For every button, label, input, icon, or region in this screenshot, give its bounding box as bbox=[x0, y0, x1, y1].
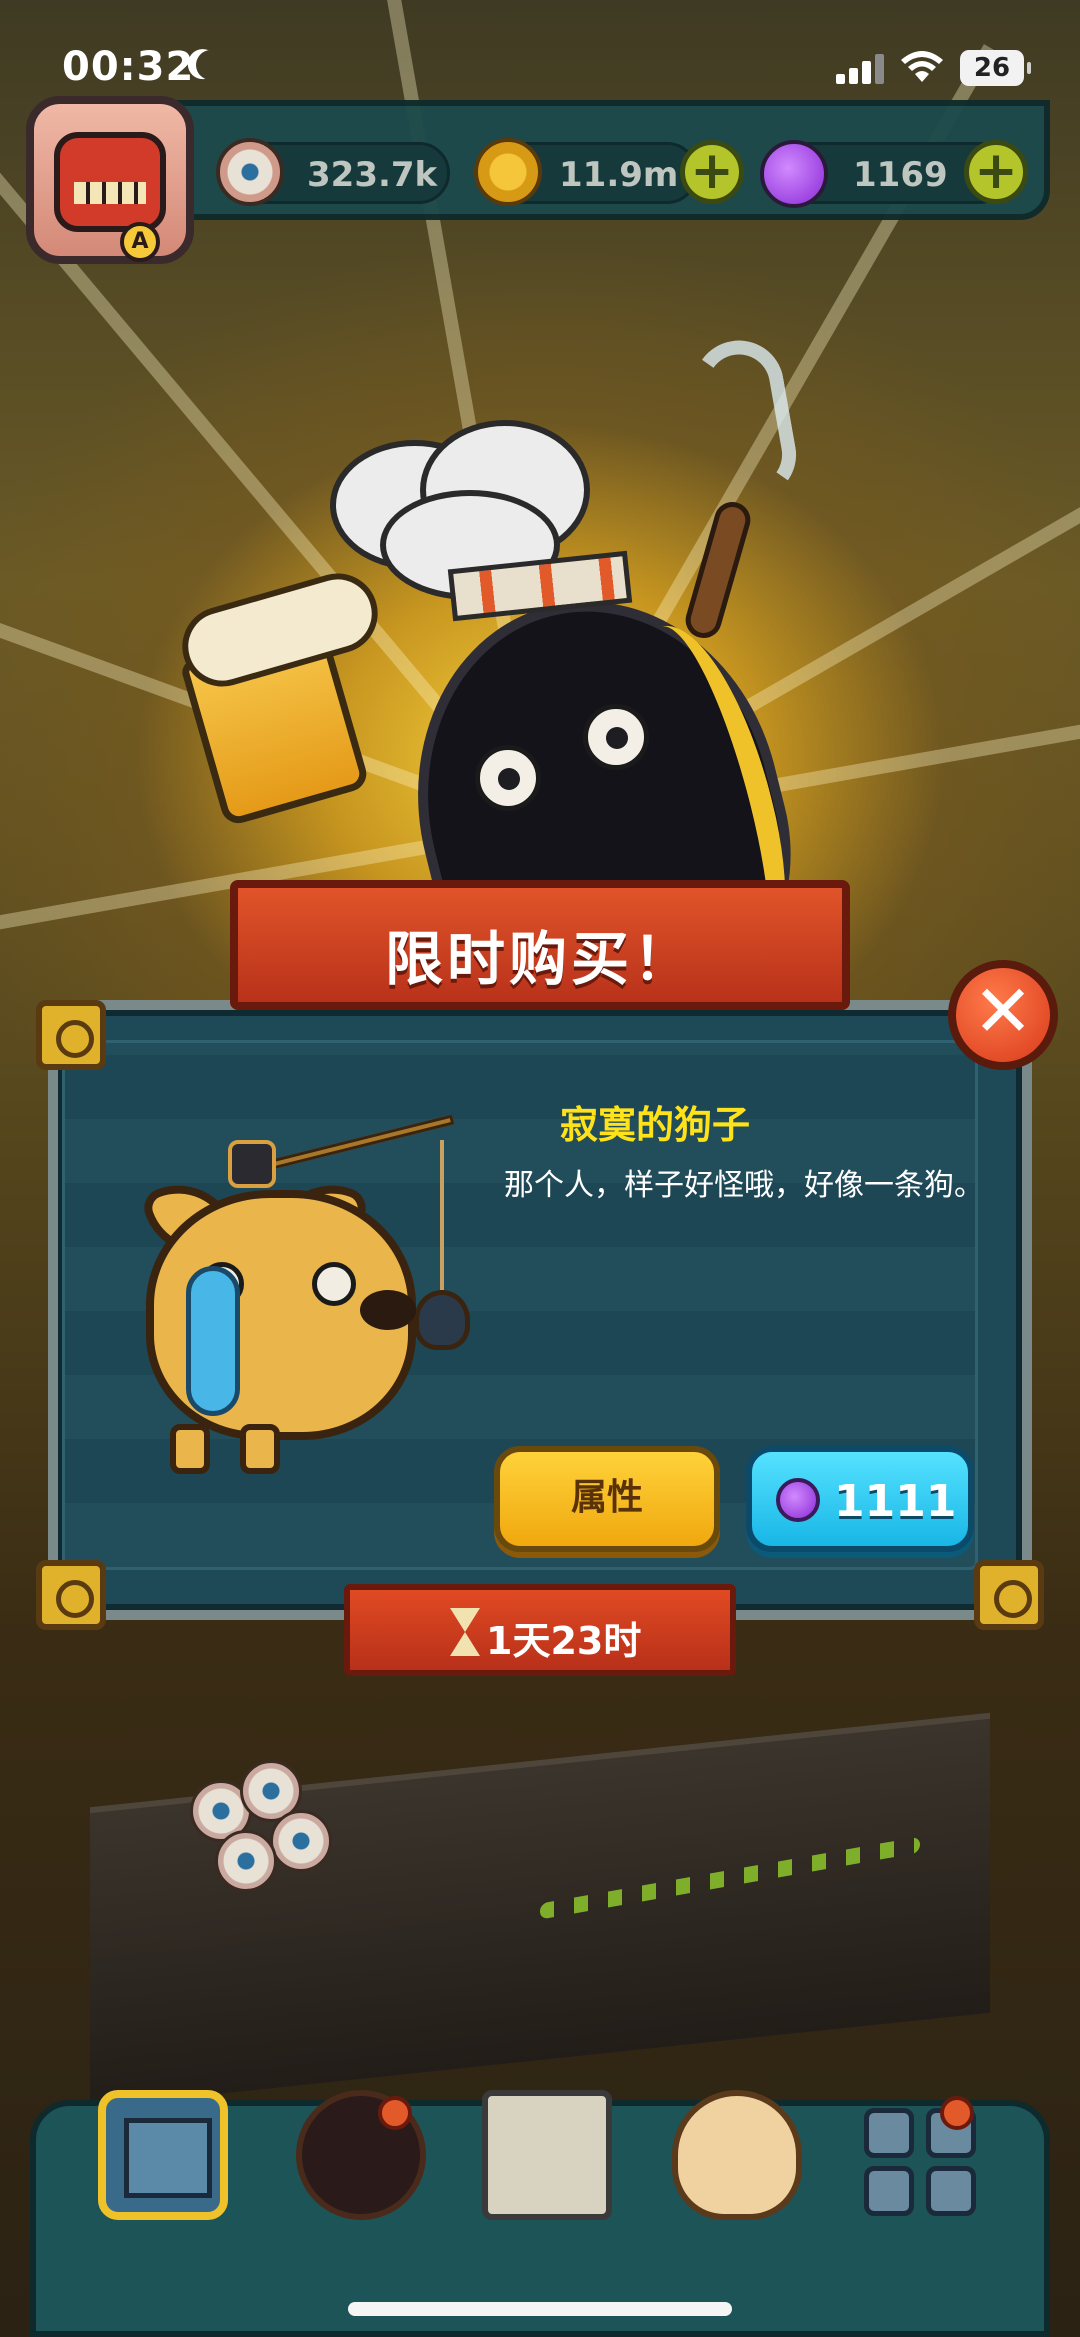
character-eye bbox=[583, 704, 649, 770]
purple-potion-icon bbox=[760, 140, 828, 208]
dog-eye bbox=[312, 1262, 356, 1306]
nav-building-button[interactable] bbox=[98, 2090, 228, 2220]
item-description: 那个人，样子好怪哦，好像一条狗。 bbox=[504, 1168, 984, 1203]
panel-corner-ornament bbox=[974, 1560, 1044, 1630]
player-avatar-button[interactable]: A bbox=[26, 96, 194, 264]
buy-button[interactable]: 1111 bbox=[746, 1446, 974, 1552]
dog-leg bbox=[240, 1424, 280, 1474]
panel-corner-ornament bbox=[36, 1000, 106, 1070]
grid-icon bbox=[864, 2108, 914, 2158]
gold-coin-icon bbox=[474, 138, 542, 206]
attributes-button[interactable]: 属性 bbox=[494, 1446, 720, 1552]
add-potion-button[interactable]: + bbox=[964, 140, 1028, 204]
eyeball-icon bbox=[216, 138, 284, 206]
nav-coin-bag-button[interactable] bbox=[672, 2090, 802, 2220]
black-cat-icon bbox=[228, 1140, 276, 1188]
grid-icon bbox=[926, 2166, 976, 2216]
dialog-title-ribbon: 限时购买！ bbox=[230, 880, 850, 1010]
home-indicator[interactable] bbox=[348, 2302, 732, 2316]
dog-leg bbox=[170, 1424, 210, 1474]
add-gold-button[interactable]: + bbox=[680, 140, 744, 204]
hourglass-icon bbox=[450, 1608, 480, 1656]
bait-icon bbox=[414, 1290, 470, 1350]
dog-nose bbox=[360, 1290, 416, 1330]
panel-corner-ornament bbox=[36, 1560, 106, 1630]
grid-icon bbox=[864, 2166, 914, 2216]
avatar-monster-icon bbox=[54, 132, 166, 232]
wifi-icon bbox=[901, 51, 943, 82]
notification-badge bbox=[940, 2096, 974, 2130]
battery-indicator: 26 bbox=[960, 50, 1031, 86]
status-time: 00:32 bbox=[62, 44, 195, 90]
nav-book-button[interactable] bbox=[482, 2090, 612, 2220]
purple-potion-icon bbox=[776, 1478, 820, 1522]
character-eye bbox=[475, 745, 541, 811]
notification-badge bbox=[378, 2096, 412, 2130]
gold-count: 11.9m bbox=[559, 155, 679, 195]
close-icon: ✕ bbox=[972, 969, 1034, 1053]
close-button[interactable]: ✕ bbox=[948, 960, 1058, 1070]
eyeball-pile-icon bbox=[270, 1810, 332, 1872]
eyeball-count: 323.7k bbox=[307, 155, 438, 195]
timer-text: 1天23时 bbox=[486, 1619, 642, 1663]
moon-icon bbox=[192, 46, 230, 84]
signal-icon bbox=[836, 52, 884, 84]
avatar-rank-badge: A bbox=[120, 222, 160, 262]
dog-tear bbox=[186, 1266, 240, 1416]
price-label: 1111 bbox=[834, 1476, 957, 1527]
eyeball-pile-icon bbox=[215, 1830, 277, 1892]
dialog-title: 限时购买！ bbox=[384, 925, 695, 993]
item-name: 寂寞的狗子 bbox=[560, 1103, 751, 1147]
offer-timer-banner: 1天23时 bbox=[344, 1584, 736, 1676]
potion-count: 1169 bbox=[853, 155, 948, 195]
fishing-line bbox=[440, 1140, 444, 1290]
